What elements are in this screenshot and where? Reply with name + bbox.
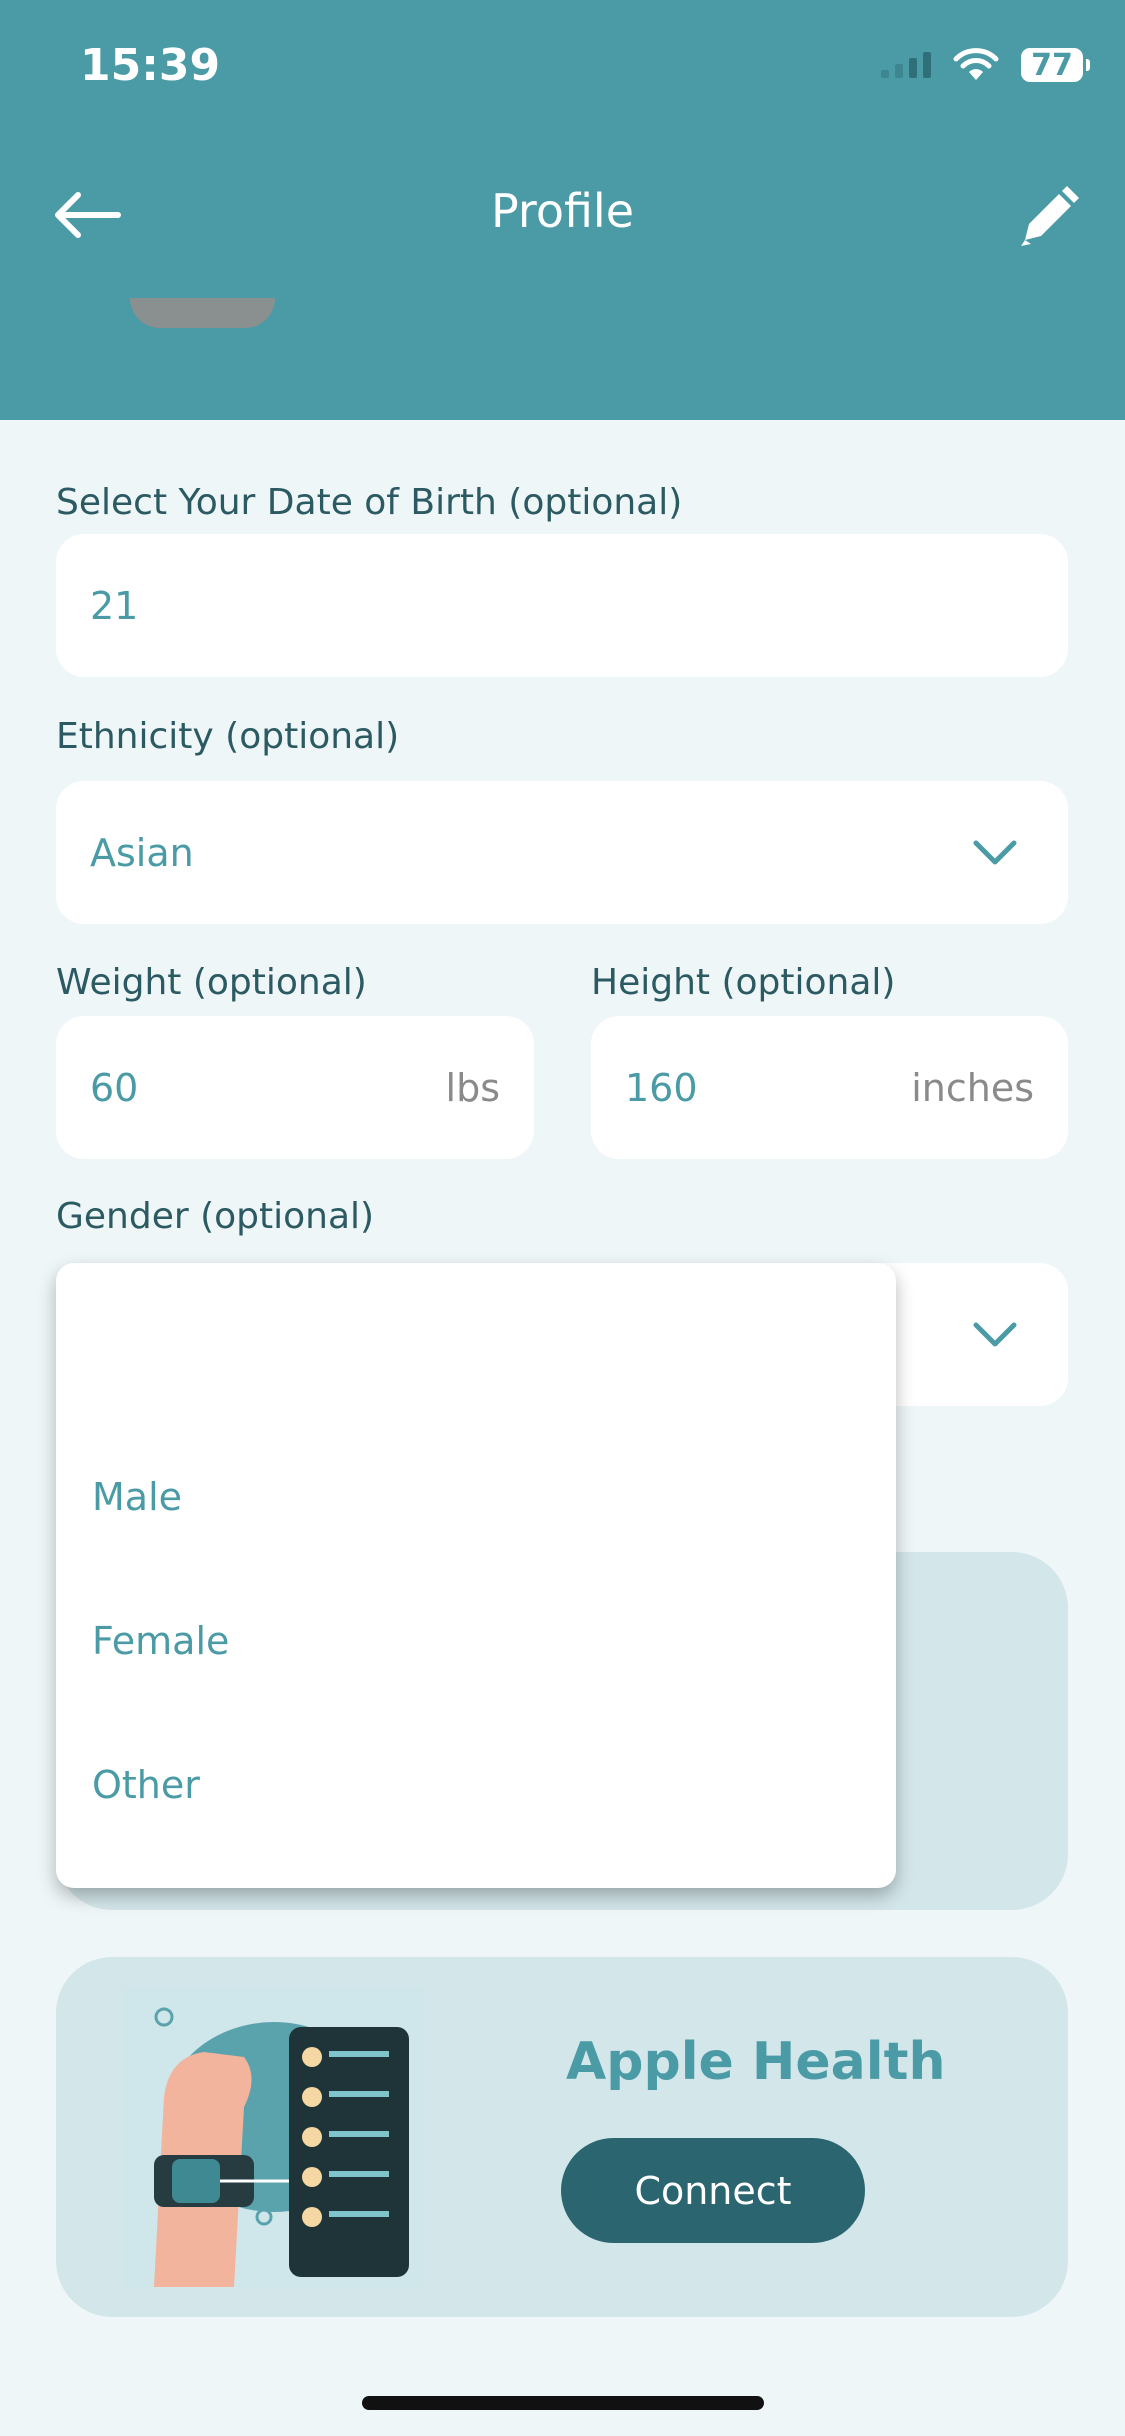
height-value: 160 bbox=[625, 1065, 698, 1110]
weight-field[interactable]: 60 lbs bbox=[56, 1016, 534, 1159]
ethnicity-value: Asian bbox=[90, 830, 194, 875]
edit-pencil-icon[interactable] bbox=[1013, 182, 1083, 252]
page-title: Profile bbox=[490, 184, 635, 238]
height-unit: inches bbox=[911, 1065, 1034, 1110]
gender-option-female[interactable]: Female bbox=[92, 1619, 229, 1663]
status-time: 15:39 bbox=[80, 40, 221, 91]
avatar[interactable] bbox=[130, 298, 275, 328]
apple-health-title: Apple Health bbox=[566, 2032, 946, 2092]
dob-field[interactable]: 21 bbox=[56, 534, 1068, 677]
wifi-icon bbox=[953, 48, 999, 80]
height-field[interactable]: 160 inches bbox=[591, 1016, 1068, 1159]
gender-option-other[interactable]: Other bbox=[92, 1763, 200, 1807]
height-label: Height (optional) bbox=[591, 962, 896, 1003]
gender-dropdown: Male Female Other bbox=[56, 1263, 896, 1888]
chevron-down-icon bbox=[973, 1322, 1017, 1346]
dob-label: Select Your Date of Birth (optional) bbox=[56, 482, 683, 523]
smartwatch-illustration bbox=[124, 1987, 424, 2287]
apple-health-card: Apple Health Connect bbox=[56, 1957, 1068, 2317]
chevron-down-icon bbox=[973, 840, 1017, 864]
cellular-signal-icon bbox=[881, 52, 931, 78]
connect-button[interactable]: Connect bbox=[561, 2138, 865, 2243]
battery-icon: 77 bbox=[1021, 48, 1090, 83]
weight-value: 60 bbox=[90, 1065, 139, 1110]
gender-option-male[interactable]: Male bbox=[92, 1475, 182, 1519]
weight-unit: lbs bbox=[445, 1065, 500, 1110]
dob-value: 21 bbox=[90, 583, 139, 628]
home-indicator[interactable] bbox=[362, 2396, 764, 2410]
gender-label: Gender (optional) bbox=[56, 1196, 375, 1237]
ethnicity-label: Ethnicity (optional) bbox=[56, 716, 400, 757]
weight-label: Weight (optional) bbox=[56, 962, 367, 1003]
status-bar: 15:39 77 bbox=[0, 0, 1125, 140]
ethnicity-select[interactable]: Asian bbox=[56, 781, 1068, 924]
